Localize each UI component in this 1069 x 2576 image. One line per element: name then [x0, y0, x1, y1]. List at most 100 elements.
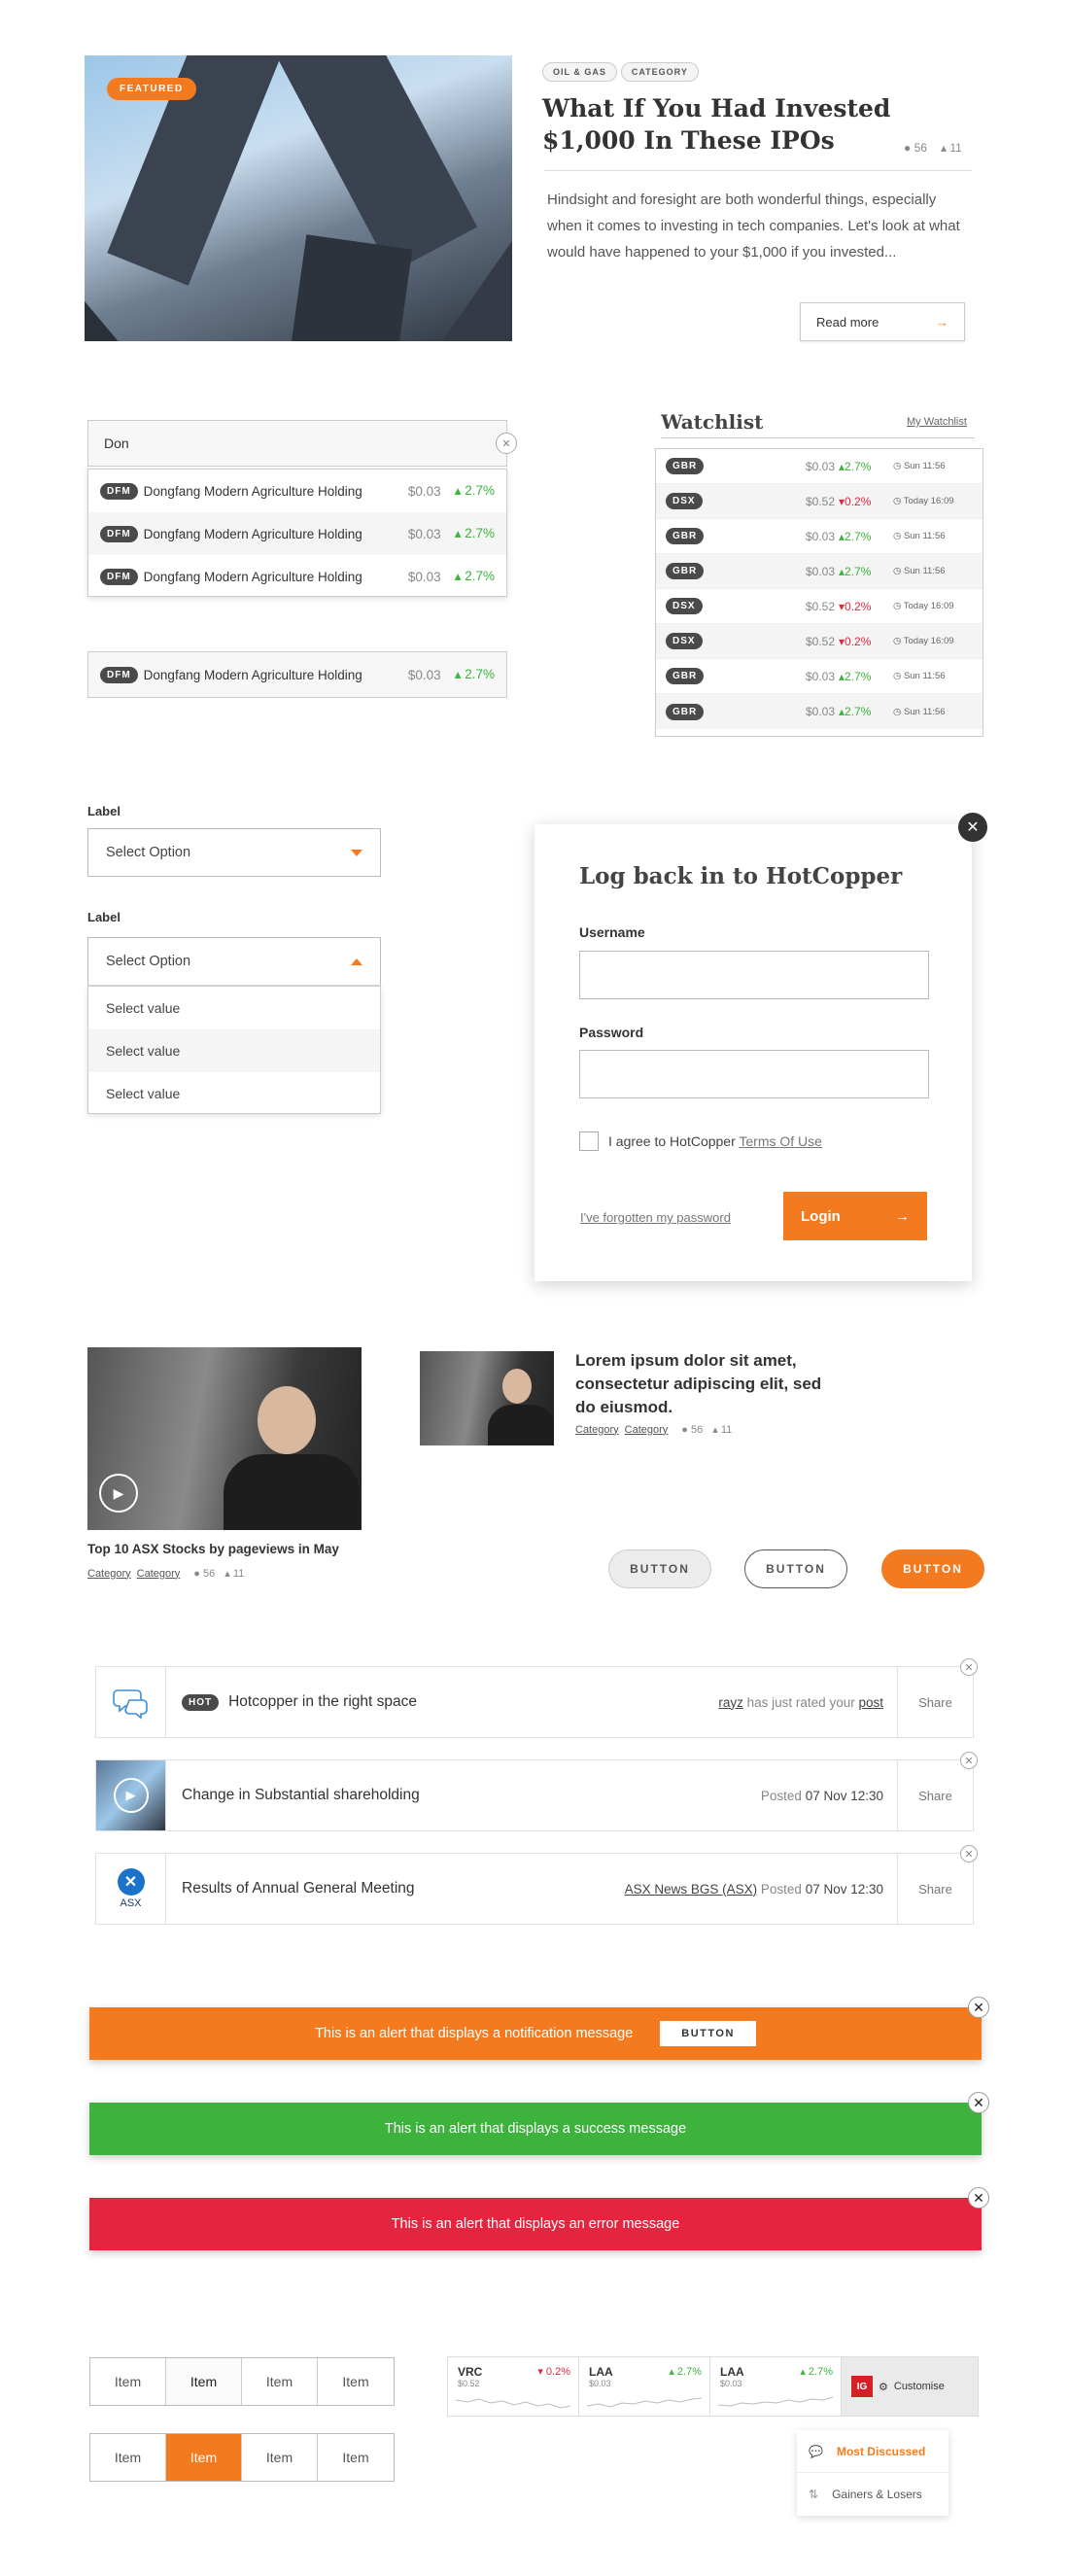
menu-item-gainers-losers[interactable]: ⇅ Gainers & Losers [797, 2473, 948, 2516]
select-dropdown-open[interactable]: Select Option [87, 937, 381, 986]
post-link[interactable]: post [858, 1695, 883, 1710]
caret-down-icon [351, 849, 362, 856]
featured-badge: FEATURED [107, 78, 196, 100]
close-icon[interactable]: ✕ [958, 813, 987, 842]
timestamp: ◷ Today 16:09 [893, 636, 973, 646]
ticker-card[interactable]: LAA $0.03 ▴ 2.7% [579, 2357, 710, 2416]
share-button[interactable]: Share [897, 1854, 973, 1924]
segment-item[interactable]: Item [242, 2358, 318, 2405]
search-result-row[interactable]: DFM Dongfang Modern Agriculture Holding $0… [88, 470, 506, 512]
read-more-button[interactable]: Read more → [800, 302, 965, 341]
posted-date: 07 Nov 12:30 [805, 1788, 883, 1803]
video-thumbnail[interactable]: ▶ [87, 1347, 362, 1530]
ticker-card[interactable]: LAA $0.03 ▴ 2.7% [710, 2357, 842, 2416]
source-link[interactable]: ASX News BGS (ASX) [625, 1882, 758, 1897]
comment-count: ● 56 [193, 1568, 215, 1580]
password-field[interactable] [579, 1050, 929, 1098]
tag-oil-gas[interactable]: OIL & GAS [542, 62, 617, 82]
chat-icon [112, 1689, 148, 1720]
price: $0.52 [805, 494, 835, 508]
customise-label: Customise [893, 2381, 945, 2392]
select-option[interactable]: Select value [88, 1029, 380, 1072]
alert-button[interactable]: BUTTON [660, 2021, 756, 2046]
watchlist-row[interactable]: GBR $0.03 ▴2.7% ◷ Sun 11:56 [656, 659, 983, 694]
watchlist-row[interactable]: GBR $0.03 ▴2.7% ◷ Sun 11:56 [656, 694, 983, 729]
article-title[interactable]: What If You Had Invested $1,000 In These… [542, 92, 950, 157]
category-link[interactable]: Category [137, 1568, 181, 1580]
close-icon[interactable]: ✕ [960, 1845, 978, 1862]
category-link[interactable]: Category [625, 1424, 669, 1436]
category-link[interactable]: Category [575, 1424, 619, 1436]
close-icon[interactable]: ✕ [968, 2092, 989, 2113]
watchlist-row[interactable]: GBR $0.03 ▴2.7% ◷ Sun 11:56 [656, 449, 983, 484]
agree-checkbox[interactable] [579, 1131, 599, 1151]
person-figure [502, 1369, 532, 1404]
segment-item[interactable]: Item [90, 2434, 166, 2481]
close-icon[interactable]: ✕ [960, 1658, 978, 1676]
comment-count: ● 56 [904, 141, 927, 155]
ticker-badge: GBR [666, 703, 705, 720]
search-result-single[interactable]: DFM Dongfang Modern Agriculture Holding $0… [87, 651, 507, 698]
play-icon[interactable]: ▶ [99, 1474, 138, 1513]
search-result-row[interactable]: DFM Dongfang Modern Agriculture Holding $0… [88, 555, 506, 598]
close-icon[interactable]: ✕ [968, 2187, 989, 2209]
clear-search-icon[interactable]: ✕ [496, 433, 517, 454]
alert-text: This is an alert that displays an error … [391, 2216, 680, 2232]
notification-meta: Posted 07 Nov 12:30 [761, 1789, 883, 1803]
login-button[interactable]: Login → [783, 1192, 927, 1240]
headline-thumbnail[interactable] [420, 1351, 554, 1445]
select-options: Select value Select value Select value [87, 986, 381, 1114]
forgot-password-link[interactable]: I've forgotten my password [580, 1210, 731, 1225]
price: $0.03 [407, 569, 441, 584]
sparkline [587, 2397, 702, 2408]
share-button[interactable]: Share [897, 1760, 973, 1830]
search-result-row[interactable]: DFM Dongfang Modern Agriculture Holding $0… [88, 512, 506, 555]
search-input[interactable]: Don [87, 420, 507, 467]
menu-item-most-discussed[interactable]: 💬 Most Discussed [797, 2430, 948, 2473]
notification-item[interactable]: ✕ ASX Results of Annual General Meeting … [95, 1853, 974, 1925]
username-field[interactable] [579, 951, 929, 999]
change-value: 0.2% [845, 494, 872, 508]
clock-icon: ◷ [893, 531, 902, 541]
user-link[interactable]: rayz [718, 1695, 743, 1710]
button-secondary[interactable]: BUTTON [608, 1549, 711, 1588]
close-icon[interactable]: ✕ [968, 1997, 989, 2018]
watchlist-row[interactable]: DSX $0.52 ▾0.2% ◷ Today 16:09 [656, 484, 983, 519]
terms-link[interactable]: Terms Of Use [739, 1133, 822, 1149]
segment-item-active[interactable]: Item [166, 2358, 242, 2405]
watchlist-row[interactable]: GBR $0.03 ▴2.7% ◷ Sun 11:56 [656, 519, 983, 554]
tag-category[interactable]: CATEGORY [620, 62, 699, 82]
segment-item[interactable]: Item [90, 2358, 166, 2405]
sparkline [456, 2398, 570, 2409]
play-icon[interactable]: ▶ [113, 1778, 149, 1813]
button-outline[interactable]: BUTTON [744, 1549, 847, 1588]
watchlist-row[interactable]: GBR $0.03 ▴2.7% ◷ Sun 11:56 [656, 554, 983, 589]
article-tags: OIL & GAS CATEGORY [542, 62, 703, 82]
segment-item[interactable]: Item [318, 2434, 394, 2481]
select-label: Label [87, 804, 121, 818]
like-count: ▴ 11 [224, 1567, 244, 1580]
select-option[interactable]: Select value [88, 987, 380, 1029]
my-watchlist-link[interactable]: My Watchlist [907, 416, 967, 428]
clock-icon: ◷ [893, 636, 902, 646]
notification-item[interactable]: HOT Hotcopper in the right space rayz ha… [95, 1666, 974, 1738]
notification-item[interactable]: ▶ Change in Substantial shareholding Pos… [95, 1759, 974, 1831]
segment-item-active[interactable]: Item [166, 2434, 242, 2481]
customise-button[interactable]: IG ⚙ Customise [842, 2357, 978, 2416]
watchlist-row[interactable]: DSX $0.52 ▾0.2% ◷ Today 16:09 [656, 624, 983, 659]
close-icon[interactable]: ✕ [960, 1752, 978, 1769]
select-option[interactable]: Select value [88, 1072, 380, 1115]
headline-title[interactable]: Lorem ipsum dolor sit amet, consectetur … [575, 1349, 838, 1419]
ticker-badge: GBR [666, 528, 705, 544]
share-button[interactable]: Share [897, 1667, 973, 1737]
watchlist-row[interactable]: DSX $0.52 ▾0.2% ◷ Today 16:09 [656, 589, 983, 624]
category-link[interactable]: Category [87, 1568, 131, 1580]
segment-item[interactable]: Item [318, 2358, 394, 2405]
price: $0.03 [805, 459, 835, 473]
button-primary[interactable]: BUTTON [881, 1549, 984, 1588]
segment-item[interactable]: Item [242, 2434, 318, 2481]
select-dropdown[interactable]: Select Option [87, 828, 381, 877]
ticker-change: ▴ 2.7% [800, 2366, 833, 2378]
ticker-card[interactable]: VRC $0.52 ▾ 0.2% [448, 2357, 579, 2416]
video-caption[interactable]: Top 10 ASX Stocks by pageviews in May [87, 1542, 339, 1556]
